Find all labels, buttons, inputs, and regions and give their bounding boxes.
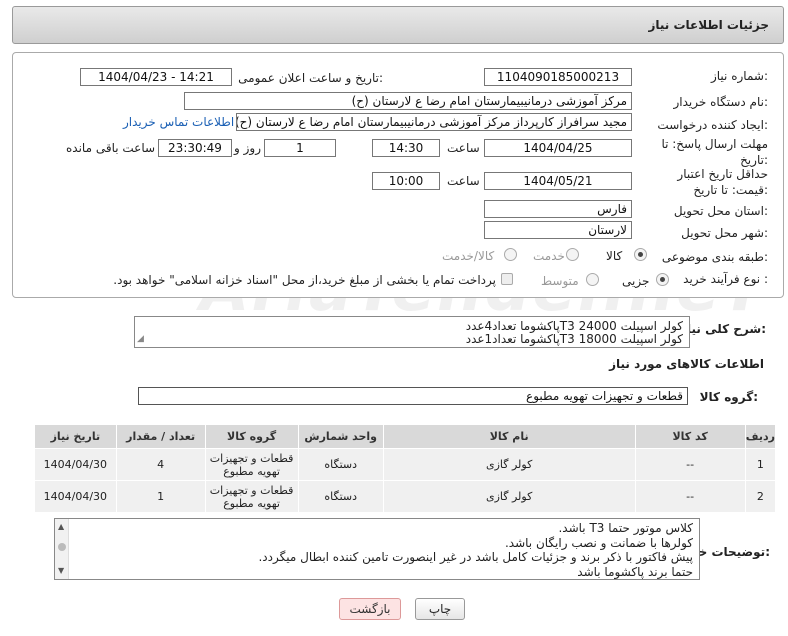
deadline-date-field: 1404/04/25: [484, 139, 632, 157]
cell-code: --: [634, 480, 746, 513]
buyer-notes-line-3: پیش فاکتور با ذکر برند و جزئیات کامل باش…: [258, 550, 693, 564]
buyer-org-field: مرکز آموزشی درمانیبیمارستان امام رضا ع ل…: [184, 92, 632, 110]
scroll-down-icon[interactable]: ▼: [58, 566, 64, 575]
city-field: لارستان: [484, 221, 632, 239]
cell-unit: دستگاه: [297, 480, 384, 513]
col-header-group: گروه کالا: [204, 424, 299, 449]
process-radio-medium[interactable]: [586, 273, 599, 286]
deadline-time-label: ساعت: [447, 141, 480, 155]
cell-row-number: 2: [744, 480, 777, 513]
province-field: فارس: [484, 200, 632, 218]
cell-name: کولر گازی: [382, 480, 636, 513]
table-row: 2 -- کولر گازی دستگاه قطعات و تجهیزات ته…: [34, 480, 777, 513]
cell-unit: دستگاه: [297, 448, 384, 481]
days-label: روز و: [234, 141, 261, 155]
col-header-date: تاریخ نیاز: [34, 424, 117, 449]
days-field: 1: [264, 139, 336, 157]
cell-group: قطعات و تجهیزات تهویه مطبوع: [204, 480, 299, 513]
process-option-medium: متوسط: [541, 274, 579, 288]
min-price-time-field: 10:00: [372, 172, 440, 190]
category-label: طبقه بندی موضوعی:: [661, 250, 768, 264]
buyer-notes-line-2: کولرها با ضمانت و نصب رایگان باشد.: [504, 535, 693, 550]
scroll-thumb[interactable]: [58, 543, 66, 551]
col-header-quantity: تعداد / مقدار: [115, 424, 206, 449]
scroll-up-icon[interactable]: ▲: [58, 522, 64, 531]
cell-name: کولر گازی: [382, 448, 636, 481]
min-price-time-label: ساعت: [447, 174, 480, 188]
table-row: 1 -- کولر گازی دستگاه قطعات و تجهیزات ته…: [34, 448, 777, 481]
goods-table: ردیف کد کالا نام کالا واحد شمارش گروه کا…: [34, 424, 777, 513]
goods-group-label: گروه کالا:: [699, 390, 758, 404]
treasury-checkbox[interactable]: [501, 273, 513, 285]
cell-quantity: 4: [115, 448, 206, 481]
back-button[interactable]: بازگشت: [339, 598, 401, 620]
city-label: شهر محل تحویل:: [681, 226, 768, 240]
buyer-notes-line-4: حتما برند پاکشوما باشد: [577, 564, 693, 579]
need-number-field: 1104090185000213: [484, 68, 632, 86]
buyer-notes-textarea[interactable]: کلاس موتور حتما T3 باشد. کولرها با ضمانت…: [54, 518, 700, 580]
description-label: شرح کلی نیاز:: [680, 322, 766, 336]
need-number-label: شماره نیاز:: [710, 69, 768, 83]
buyer-org-label: نام دستگاه خریدار:: [673, 95, 769, 109]
deadline-label: مهلت ارسال پاسخ: تا تاریخ:: [661, 137, 768, 167]
col-header-row-number: ردیف: [744, 424, 777, 449]
category-option-goods-service: کالا/خدمت: [442, 249, 495, 263]
cell-group: قطعات و تجهیزات تهویه مطبوع: [204, 448, 299, 481]
cell-date: 1404/04/30: [34, 448, 117, 481]
process-label: نوع فرآیند خرید :: [683, 272, 768, 286]
category-option-goods: کالا: [606, 249, 623, 263]
col-header-code: کد کالا: [634, 424, 746, 449]
description-line-2: کولر اسپیلت 18000 T3پاکشوما تعداد1عدد: [465, 332, 683, 346]
notes-scrollbar[interactable]: ▲ ▼: [55, 519, 69, 579]
category-radio-goods-service[interactable]: [504, 248, 517, 261]
col-header-unit: واحد شمارش: [297, 424, 384, 449]
min-price-date-field: 1404/05/21: [484, 172, 632, 190]
process-radio-minor[interactable]: [656, 273, 669, 286]
remaining-time-label: ساعت باقی مانده: [66, 141, 156, 155]
col-header-name: نام کالا: [382, 424, 636, 449]
process-option-minor: جزیی: [622, 274, 650, 288]
resize-grip-icon[interactable]: ◢: [137, 333, 144, 346]
cell-quantity: 1: [115, 480, 206, 513]
table-header-row: ردیف کد کالا نام کالا واحد شمارش گروه کا…: [34, 424, 777, 449]
cell-code: --: [634, 448, 746, 481]
goods-group-field: قطعات و تجهیزات تهویه مطبوع: [138, 387, 688, 405]
province-label: استان محل تحویل:: [673, 204, 768, 218]
page-title: جزئیات اطلاعات نیاز: [648, 18, 769, 32]
requester-field: مجید سرافراز کارپرداز مرکز آموزشی درمانی…: [236, 113, 632, 131]
payment-note: پرداخت تمام یا بخشی از مبلغ خرید،از محل …: [113, 273, 496, 287]
category-radio-service[interactable]: [566, 248, 579, 261]
category-option-service: خدمت: [533, 249, 565, 263]
contact-info-link[interactable]: اطلاعات تماس خریدار: [123, 115, 234, 129]
print-button[interactable]: چاپ: [415, 598, 465, 620]
description-textarea[interactable]: کولر اسپیلت 24000 T3پاکشوما تعداد4عدد کو…: [134, 316, 690, 348]
cell-date: 1404/04/30: [34, 480, 117, 513]
buyer-notes-line-1: کلاس موتور حتما T3 باشد.: [558, 521, 693, 535]
min-price-label: حداقل تاریخ اعتبار قیمت: تا تاریخ:: [677, 167, 768, 197]
announce-field: 1404/04/23 - 14:21: [80, 68, 232, 86]
deadline-time-field: 14:30: [372, 139, 440, 157]
remaining-time-field: 23:30:49: [158, 139, 232, 157]
announce-label: تاریخ و ساعت اعلان عمومی:: [238, 71, 383, 85]
page-header: جزئیات اطلاعات نیاز: [12, 6, 784, 44]
goods-info-title: اطلاعات کالاهای مورد نیاز: [609, 357, 764, 371]
cell-row-number: 1: [744, 448, 777, 481]
category-radio-goods[interactable]: [634, 248, 647, 261]
requester-label: ایجاد کننده درخواست:: [657, 118, 768, 132]
